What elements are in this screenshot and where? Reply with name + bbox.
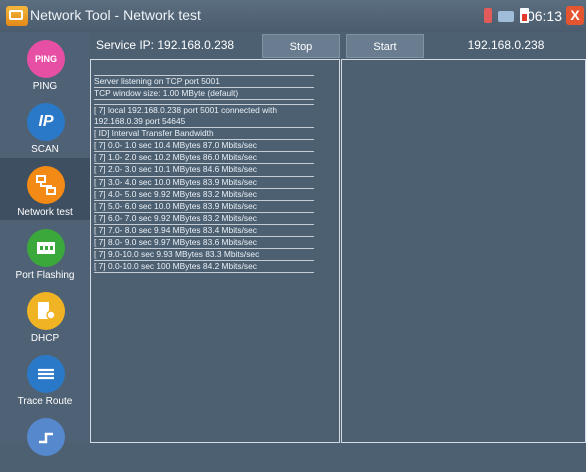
clock: 06:13 xyxy=(526,8,562,24)
sidebar-item-network-test[interactable]: Network test xyxy=(0,158,90,220)
start-button[interactable]: Start xyxy=(346,34,424,58)
log-line: [ ID] Interval Transfer Bandwidth xyxy=(94,128,314,141)
scan-icon: IP xyxy=(27,103,65,141)
log-line: [ 7] 4.0- 5.0 sec 9.92 MBytes 83.2 Mbits… xyxy=(94,189,314,201)
server-log-panel[interactable]: Server listening on TCP port 5001 TCP wi… xyxy=(90,59,340,443)
client-output-panel[interactable] xyxy=(341,59,586,443)
server-log: Server listening on TCP port 5001 TCP wi… xyxy=(94,71,314,274)
log-line: [ 7] 0.0- 1.0 sec 10.4 MBytes 87.0 Mbits… xyxy=(94,140,314,153)
sidebar-item-label: Network test xyxy=(17,207,73,218)
port-flashing-icon xyxy=(27,229,65,267)
sidebar-item-trace-route[interactable]: Trace Route xyxy=(0,347,90,409)
window-title: Network Tool - Network test xyxy=(30,7,201,23)
trace-route-icon xyxy=(27,355,65,393)
log-line: [ 7] 0.0-10.0 sec 100 MBytes 84.2 Mbits/… xyxy=(94,261,314,274)
ping-icon: PING xyxy=(27,40,65,78)
close-button[interactable]: X xyxy=(566,6,584,25)
log-line: [ 7] 5.0- 6.0 sec 10.0 MBytes 83.9 Mbits… xyxy=(94,201,314,213)
usb-icon xyxy=(498,11,514,22)
log-line: [ 7] 6.0- 7.0 sec 9.92 MBytes 83.2 Mbits… xyxy=(94,213,314,225)
log-line: [ 7] 3.0- 4.0 sec 10.0 MBytes 83.9 Mbits… xyxy=(94,177,314,189)
log-line: [ 7] 8.0- 9.0 sec 9.97 MBytes 83.6 Mbits… xyxy=(94,237,314,250)
log-line: [ 7] 7.0- 8.0 sec 9.94 MBytes 83.4 Mbits… xyxy=(94,225,314,238)
stop-button[interactable]: Stop xyxy=(262,34,340,58)
sidebar-item-label: PING xyxy=(32,81,58,92)
title-bar: Network Tool - Network test 06:13 X xyxy=(0,0,586,32)
sidebar-item-label: Trace Route xyxy=(17,396,73,407)
network-test-icon xyxy=(27,166,65,204)
sidebar-item-label: DHCP xyxy=(30,333,60,344)
battery-icon xyxy=(484,8,492,23)
sidebar-item-scan[interactable]: IP SCAN xyxy=(0,95,90,157)
log-line: Server listening on TCP port 5001 xyxy=(94,76,314,89)
route-icon xyxy=(27,418,65,456)
service-ip-label: Service IP: 192.168.0.238 xyxy=(96,38,235,52)
sidebar-item-port-flashing[interactable]: Port Flashing xyxy=(0,221,90,283)
log-line: [ 7] 2.0- 3.0 sec 10.1 MBytes 84.6 Mbits… xyxy=(94,164,314,177)
sidebar-item-ping[interactable]: PING PING xyxy=(0,32,90,94)
dhcp-icon xyxy=(27,292,65,330)
log-line: [ 7] 9.0-10.0 sec 9.93 MBytes 83.3 Mbits… xyxy=(94,249,314,262)
log-line: [ 7] 1.0- 2.0 sec 10.2 MBytes 86.0 Mbits… xyxy=(94,152,314,165)
main-content: Service IP: 192.168.0.238 Stop Start 192… xyxy=(90,32,586,443)
sidebar-item-label: Port Flashing xyxy=(15,270,75,281)
app-icon xyxy=(6,6,28,26)
sidebar: PING PING IP SCAN Network test Port Flas… xyxy=(0,32,90,456)
log-line: [ 7] local 192.168.0.238 port 5001 conne… xyxy=(94,105,314,129)
log-line: TCP window size: 1.00 MByte (default) xyxy=(94,88,314,101)
target-ip-field[interactable]: 192.168.0.238 xyxy=(426,38,586,52)
sidebar-item-label: SCAN xyxy=(31,144,59,155)
sidebar-item-dhcp[interactable]: DHCP xyxy=(0,284,90,346)
sidebar-item-more[interactable] xyxy=(0,410,90,472)
